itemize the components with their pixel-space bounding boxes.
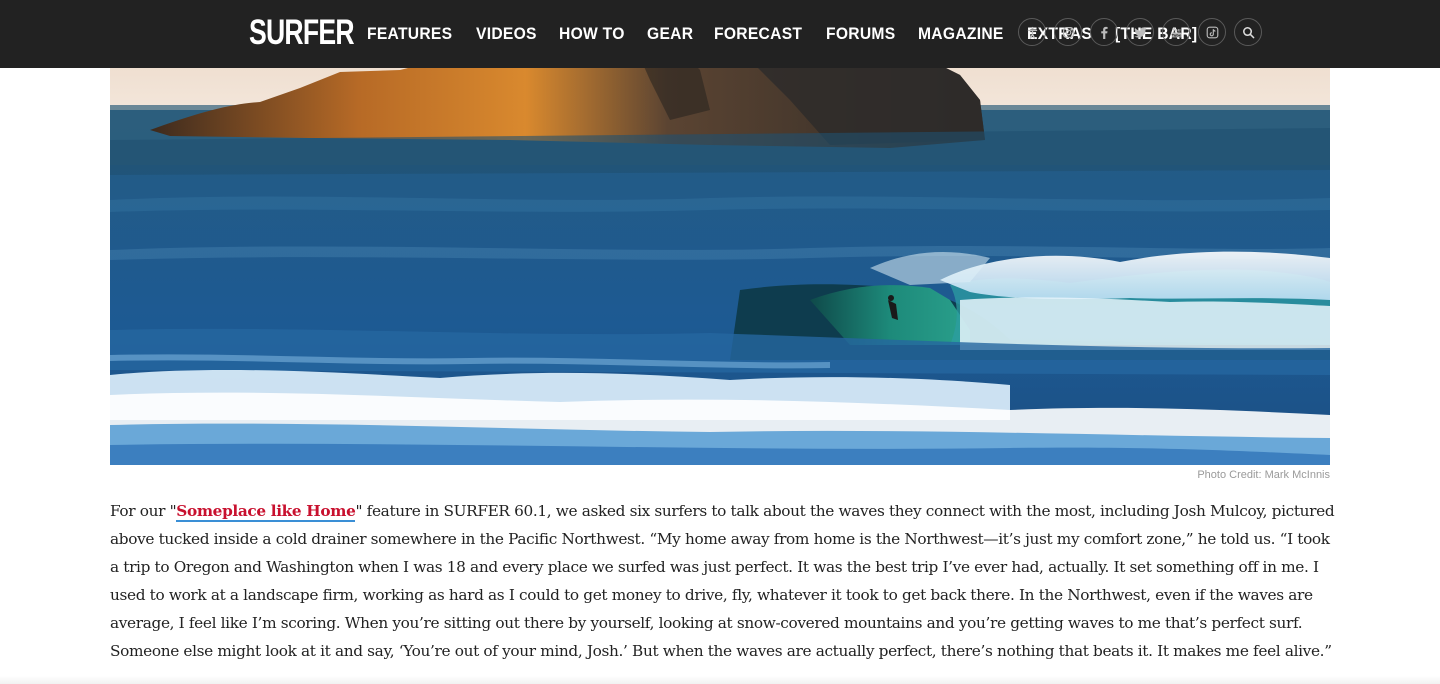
hero-photo [110, 0, 1330, 465]
nav-videos[interactable]: VIDEOS [476, 24, 537, 44]
photo-credit: Photo Credit: Mark McInnis [1197, 469, 1330, 481]
surf-photo-illustration [110, 0, 1330, 465]
nav-how-to[interactable]: HOW TO [559, 24, 625, 44]
surfer-logo[interactable]: SURFER [249, 13, 355, 53]
facebook-icon[interactable] [1090, 18, 1118, 46]
site-header: SURFER FEATURES VIDEOS HOW TO GEAR FOREC… [0, 0, 1440, 68]
lead-text-before: For our " [110, 502, 177, 520]
page-bottom-edge [0, 676, 1440, 684]
tiktok-icon[interactable] [1198, 18, 1226, 46]
nav-gear[interactable]: GEAR [647, 24, 693, 44]
article-body: For our "Someplace like Home" feature in… [110, 497, 1335, 665]
twitter-icon[interactable] [1126, 18, 1154, 46]
nav-features[interactable]: FEATURES [367, 24, 452, 44]
search-icon[interactable] [1234, 18, 1262, 46]
svg-text:You: You [1171, 27, 1180, 32]
accessibility-icon[interactable] [1018, 18, 1046, 46]
instagram-icon[interactable] [1054, 18, 1082, 46]
lead-text-after: " feature in SURFER 60.1, we asked six s… [110, 502, 1335, 660]
svg-text:Tube: Tube [1171, 33, 1181, 37]
youtube-icon[interactable]: You Tube [1162, 18, 1190, 46]
someplace-like-home-link[interactable]: Someplace like Home [176, 502, 356, 522]
header-icons: You Tube [1018, 18, 1270, 46]
article-paragraph: For our "Someplace like Home" feature in… [110, 497, 1335, 665]
nav-forecast[interactable]: FORECAST [714, 24, 802, 44]
nav-forums[interactable]: FORUMS [826, 24, 895, 44]
nav-magazine[interactable]: MAGAZINE [918, 24, 1004, 44]
